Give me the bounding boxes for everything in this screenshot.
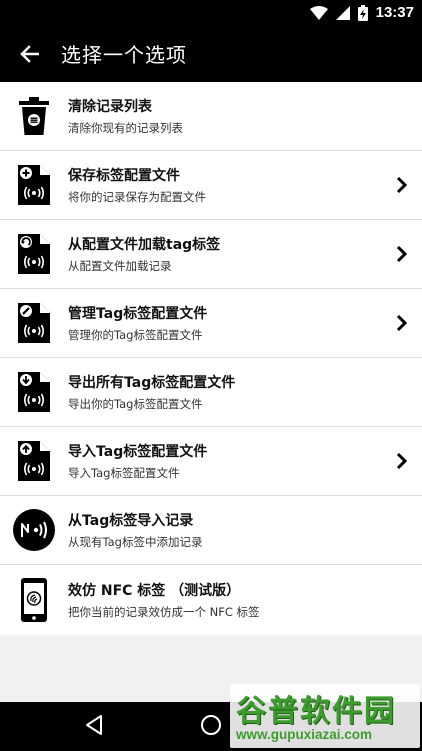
phone-nfc-icon [21,578,47,622]
circle-home-icon [201,715,221,735]
option-subtitle: 将你的记录保存为配置文件 [68,189,206,204]
chevron-right-icon [396,314,408,332]
load-profile-icon [18,234,50,274]
triangle-back-icon [86,715,102,735]
option-title: 导入Tag标签配置文件 [68,443,208,460]
status-time: 13:37 [375,4,414,21]
option-title: 从配置文件加载tag标签 [68,236,221,253]
manage-profile-icon [18,303,50,343]
wifi-icon [309,5,328,20]
option-subtitle: 清除你现有的记录列表 [68,120,183,135]
chevron-right-icon [396,176,408,194]
option-title: 清除记录列表 [68,98,152,115]
option-clear-records[interactable]: 清除记录列表 清除你现有的记录列表 [0,82,422,151]
save-profile-icon [18,165,50,205]
nav-back-button[interactable] [84,714,104,740]
trash-icon [19,97,49,135]
status-bar: 13:37 [0,0,422,25]
nfc-tag-icon [13,509,55,551]
app-bar: 选择一个选项 [0,25,422,82]
watermark: 谷普软件园 www.gupuxiazai.com [230,684,420,748]
option-subtitle: 导入Tag标签配置文件 [68,465,180,480]
nav-home-button[interactable] [200,714,222,740]
option-subtitle: 管理你的Tag标签配置文件 [68,327,203,342]
option-subtitle: 从配置文件加载记录 [68,258,172,273]
options-list: 清除记录列表 清除你现有的记录列表 保存标签配置文件 将你的记录保存为配置文件 [0,82,422,635]
option-save-profile[interactable]: 保存标签配置文件 将你的记录保存为配置文件 [0,151,422,220]
back-button[interactable] [0,25,58,82]
option-load-profile[interactable]: 从配置文件加载tag标签 从配置文件加载记录 [0,220,422,289]
option-title: 效仿 NFC 标签 （测试版） [68,582,241,599]
option-subtitle: 把你当前的记录效仿成一个 NFC 标签 [68,604,260,619]
option-import-profile[interactable]: 导入Tag标签配置文件 导入Tag标签配置文件 [0,427,422,496]
export-profile-icon [18,372,50,412]
chevron-right-icon [396,245,408,263]
battery-charging-icon [357,4,368,21]
option-export-profiles[interactable]: 导出所有Tag标签配置文件 导出你的Tag标签配置文件 [0,358,422,427]
chevron-right-icon [396,452,408,470]
signal-icon [335,5,350,20]
option-subtitle: 从现有Tag标签中添加记录 [68,534,203,549]
option-title: 导出所有Tag标签配置文件 [68,374,236,391]
import-profile-icon [18,441,50,481]
option-import-from-tag[interactable]: 从Tag标签导入记录 从现有Tag标签中添加记录 [0,496,422,565]
watermark-logo-text: 谷普软件园 [236,694,396,729]
arrow-left-icon [20,44,39,63]
option-title: 管理Tag标签配置文件 [68,305,208,322]
option-title: 保存标签配置文件 [68,167,180,184]
page-title: 选择一个选项 [61,43,187,67]
option-title: 从Tag标签导入记录 [68,512,194,529]
option-subtitle: 导出你的Tag标签配置文件 [68,396,203,411]
option-emulate-nfc[interactable]: 效仿 NFC 标签 （测试版） 把你当前的记录效仿成一个 NFC 标签 [0,565,422,635]
option-manage-profiles[interactable]: 管理Tag标签配置文件 管理你的Tag标签配置文件 [0,289,422,358]
watermark-url: www.gupuxiazai.com [236,727,373,742]
